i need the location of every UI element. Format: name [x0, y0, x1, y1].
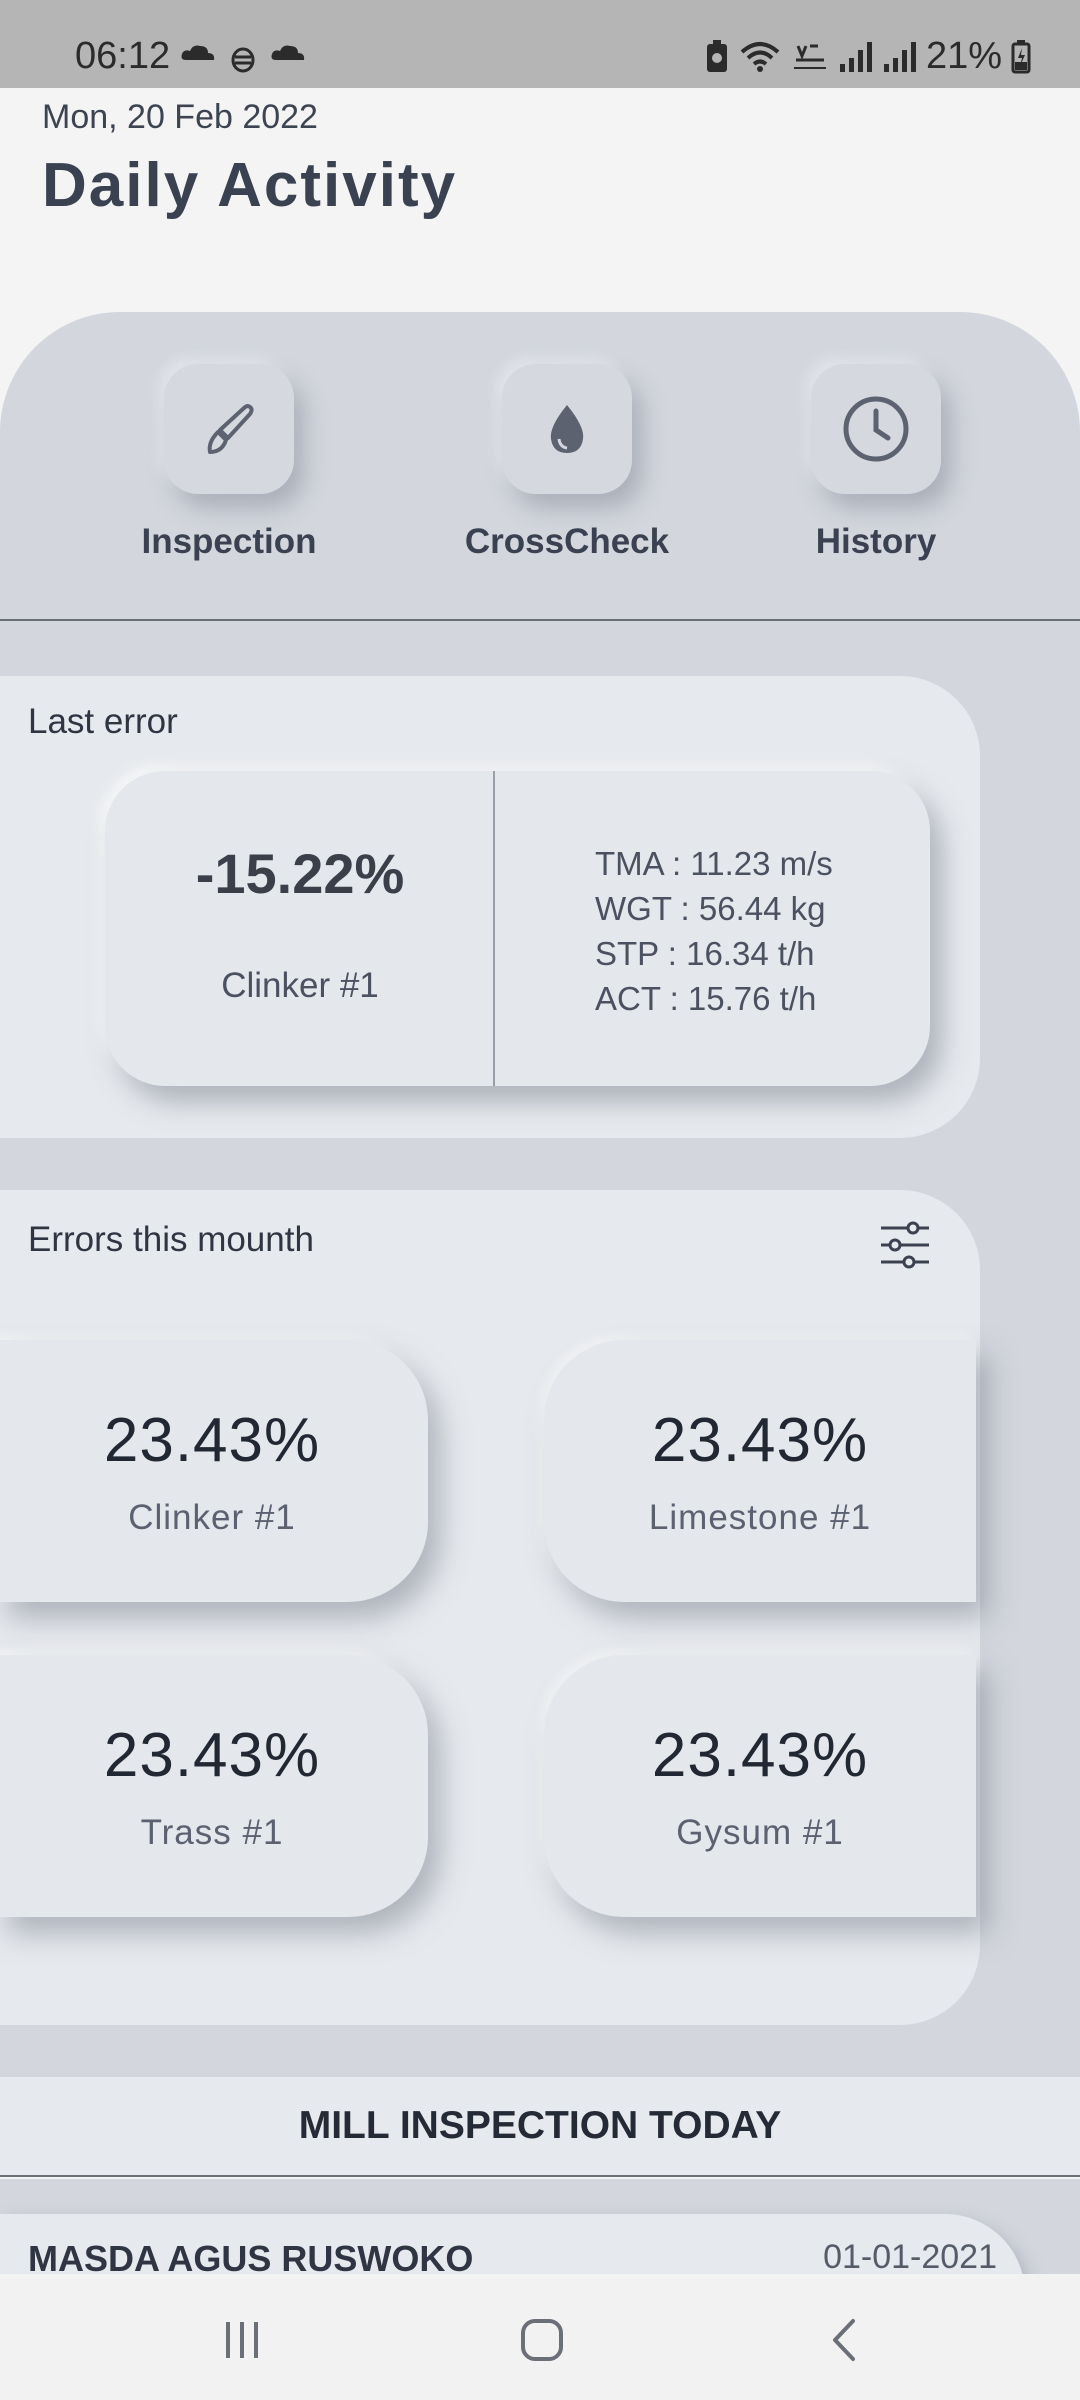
section-title: MILL INSPECTION TODAY [298, 2104, 782, 2147]
stat-label: Gysum #1 [676, 1812, 844, 1852]
list-item[interactable]: MASDA AGUS RUSWOKO 01-01-2021 [0, 2214, 1025, 2279]
detail-stp: STP : 16.34 t/h [595, 935, 815, 972]
signal-icon [883, 42, 916, 72]
crosscheck-button[interactable] [502, 364, 632, 494]
errors-month-card: Errors this mounth 23.43% Clinker #1 23.… [0, 1190, 980, 2025]
last-error-value: -15.22% [195, 842, 405, 905]
history-button[interactable] [811, 364, 941, 494]
error-stat-card[interactable]: 23.43% Clinker #1 [0, 1340, 428, 1602]
error-stat-card[interactable]: 23.43% Limestone #1 [544, 1340, 976, 1602]
current-date: Mon, 20 Feb 2022 [42, 98, 318, 136]
stat-value: 23.43% [651, 1720, 869, 1790]
last-error-material: Clinker #1 [221, 966, 379, 1005]
nav-label: History [815, 522, 937, 561]
filter-sliders-icon [881, 1221, 929, 1269]
drop-icon [550, 405, 584, 453]
card-title: Errors this mounth [28, 1220, 314, 1259]
battery-saver-icon [706, 40, 727, 72]
main-panel: Inspection CrossCheck History Last error… [0, 312, 1080, 2077]
stat-value: 23.43% [651, 1405, 869, 1475]
system-icons: 21% [704, 36, 1032, 76]
inspector-name: MASDA AGUS RUSWOKO [28, 2238, 474, 2279]
bee-icon [231, 47, 255, 73]
nav-history[interactable]: History [766, 364, 986, 562]
error-stat-card[interactable]: 23.43% Gysum #1 [544, 1655, 976, 1917]
system-nav-bar [0, 2274, 1080, 2400]
stat-label: Clinker #1 [128, 1497, 296, 1537]
cloud-icon [271, 45, 305, 60]
battery-charging-icon [1011, 40, 1031, 74]
recents-button[interactable] [212, 2310, 272, 2370]
detail-act: ACT : 15.76 t/h [595, 980, 817, 1017]
mill-inspection-header: MILL INSPECTION TODAY [0, 2077, 1080, 2177]
detail-wgt: WGT : 56.44 kg [595, 890, 826, 927]
stat-value: 23.43% [103, 1720, 321, 1790]
signal-icon [839, 42, 872, 72]
home-button[interactable] [512, 2310, 572, 2370]
last-error-summary: -15.22% Clinker #1 [105, 771, 495, 1086]
card-title: Last error [28, 702, 178, 741]
filter-button[interactable] [875, 1215, 935, 1275]
last-error-detail[interactable]: -15.22% Clinker #1 TMA : 11.23 m/s WGT :… [105, 771, 930, 1086]
inspection-button[interactable] [164, 364, 294, 494]
divider [0, 619, 1080, 621]
wifi-icon [740, 42, 780, 72]
error-stat-card[interactable]: 23.43% Trass #1 [0, 1655, 428, 1917]
battery-percent: 21% [925, 35, 1002, 77]
back-icon [833, 2319, 855, 2361]
action-nav: Inspection CrossCheck History [0, 312, 1080, 620]
inspection-date: 01-01-2021 [823, 2238, 997, 2276]
nav-crosscheck[interactable]: CrossCheck [457, 364, 677, 562]
stat-value: 23.43% [103, 1405, 321, 1475]
nav-label: Inspection [141, 522, 317, 561]
recents-icon [226, 2322, 258, 2358]
last-error-card: Last error -15.22% Clinker #1 TMA : 11.2… [0, 676, 980, 1138]
stat-label: Trass #1 [140, 1812, 284, 1852]
cloud-icon [181, 45, 215, 60]
volte-icon [793, 44, 826, 69]
inspection-list: MASDA AGUS RUSWOKO 01-01-2021 [0, 2179, 1080, 2279]
last-error-details: TMA : 11.23 m/s WGT : 56.44 kg STP : 16.… [595, 841, 833, 1021]
stat-label: Limestone #1 [648, 1497, 872, 1537]
brush-icon [207, 404, 254, 454]
home-icon [521, 2319, 563, 2361]
status-bar: 06:12 21% [0, 0, 1080, 88]
detail-tma: TMA : 11.23 m/s [595, 845, 833, 882]
back-button[interactable] [815, 2310, 875, 2370]
clock-icon [843, 396, 909, 462]
page-title: Daily Activity [42, 151, 458, 220]
nav-inspection[interactable]: Inspection [119, 364, 339, 562]
status-time: 06:12 [75, 35, 171, 77]
nav-label: CrossCheck [464, 522, 670, 561]
notification-icons [180, 40, 306, 74]
